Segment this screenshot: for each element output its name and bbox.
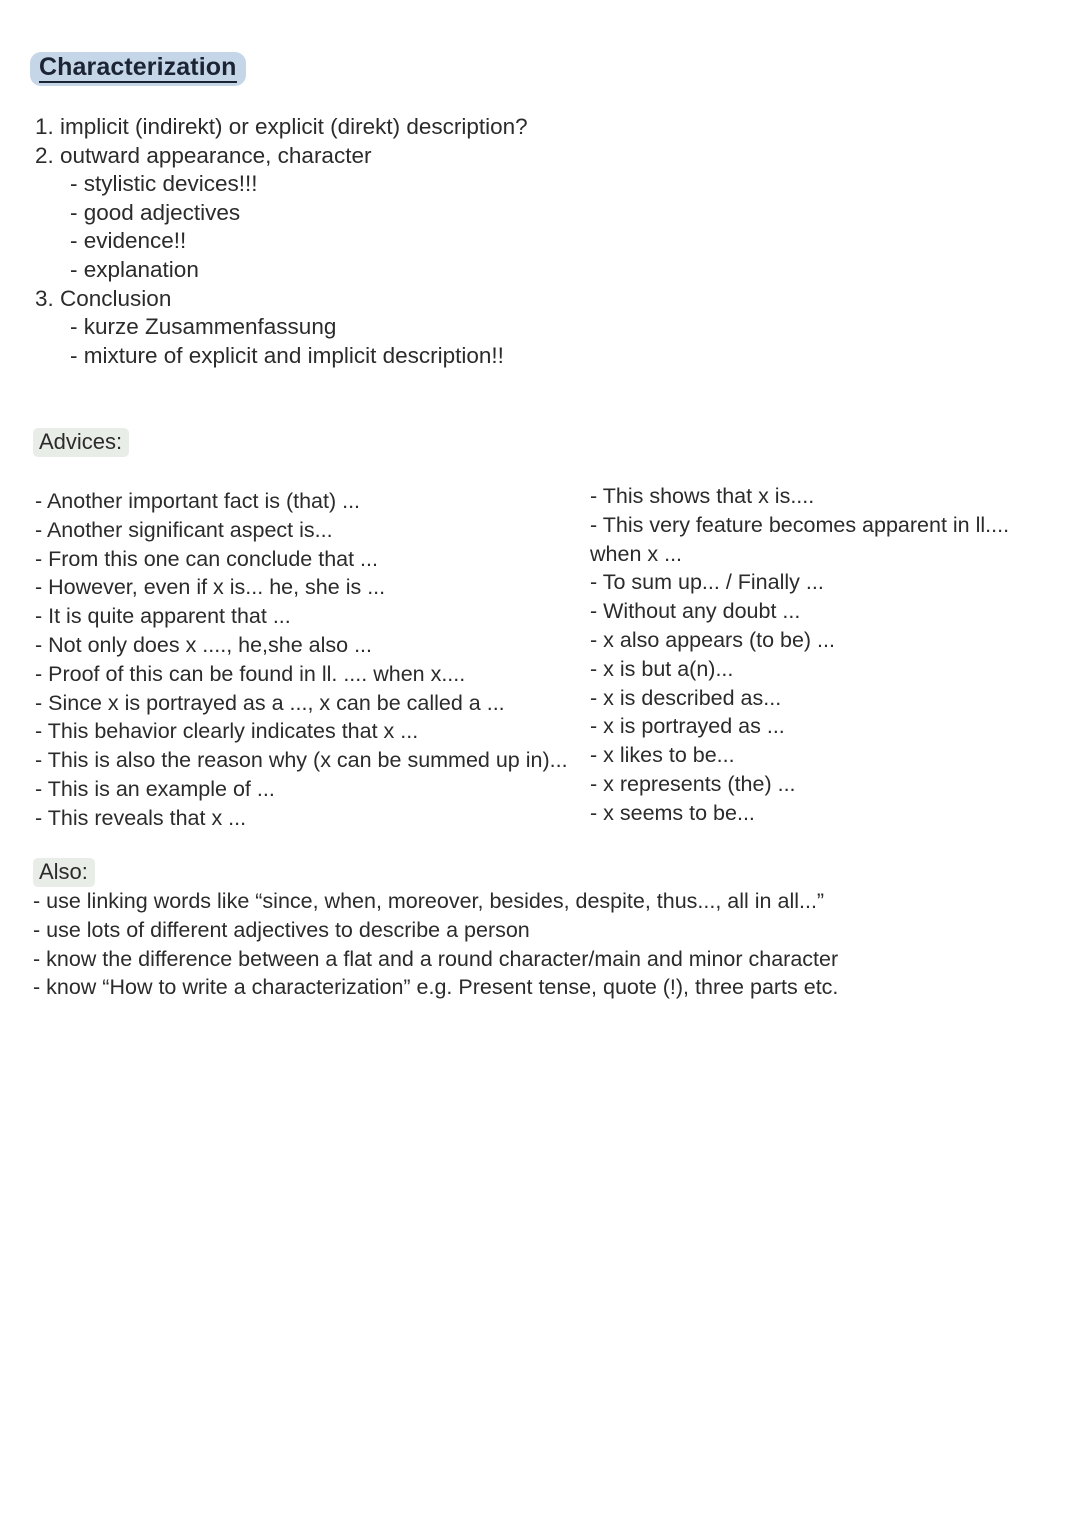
also-item: - use lots of different adjectives to de…: [33, 917, 530, 942]
advice-item: - x is described as...: [590, 685, 782, 710]
advice-item: - Proof of this can be found in ll. ....…: [35, 661, 466, 686]
advice-item: - This very feature becomes apparent in …: [590, 512, 1010, 537]
advice-item: - Since x is portrayed as a ..., x can b…: [35, 690, 505, 715]
advice-item-continuation: when x ...: [590, 541, 683, 566]
title-highlight: Characterization: [30, 52, 246, 87]
advice-item: - Without any doubt ...: [590, 599, 801, 624]
outline-item: 1. implicit (indirekt) or explicit (dire…: [35, 114, 528, 139]
outline-item: 3. Conclusion: [35, 285, 172, 311]
advice-item: - Another important fact is (that) ...: [35, 489, 361, 513]
advice-item: - This is also the reason why (x can be …: [35, 748, 568, 773]
advice-item: - Not only does x ...., he,she also ...: [35, 632, 372, 657]
also-item: - know the difference between a flat and…: [33, 946, 839, 971]
also-item: - use linking words like “since, when, m…: [33, 889, 825, 913]
page-title: Characterization: [30, 52, 246, 87]
advice-item: - To sum up... / Finally ...: [590, 570, 824, 595]
advice-item: - x seems to be...: [590, 800, 755, 825]
advice-item: - However, even if x is... he, she is ..…: [35, 575, 386, 600]
advice-item: - x also appears (to be) ...: [590, 627, 835, 652]
advice-item: - This reveals that x ...: [35, 805, 247, 830]
advice-item: - This shows that x is....: [590, 484, 815, 508]
advice-item: - x is but a(n)...: [590, 656, 734, 681]
outline-subitem: - evidence!!: [70, 228, 187, 254]
outline-subitem: - mixture of explicit and implicit descr…: [70, 342, 504, 368]
page-title-text: Characterization: [39, 54, 237, 84]
advice-item: - x is portrayed as ...: [590, 714, 785, 739]
characterization-outline: 1. implicit (indirekt) or explicit (dire…: [35, 113, 735, 370]
also-item: - know “How to write a characterization”…: [33, 975, 839, 1000]
note-page: Characterization 1. implicit (indirekt) …: [0, 0, 1080, 1527]
advices-heading: Advices:: [33, 428, 130, 458]
advice-item: - x represents (the) ...: [590, 771, 796, 796]
advices-heading-text: Advices:: [33, 428, 130, 458]
advice-item: - This behavior clearly indicates that x…: [35, 719, 419, 744]
advice-item: - This is an example of ...: [35, 776, 275, 801]
also-heading-text: Also:: [33, 858, 95, 888]
advice-item: - x likes to be...: [590, 743, 735, 768]
outline-item: 2. outward appearance, character: [35, 142, 372, 168]
advices-left-column: - Another important fact is (that) ... -…: [35, 487, 575, 833]
advices-right-column: - This shows that x is.... - This very f…: [590, 482, 1060, 828]
outline-subitem: - kurze Zusammenfassung: [70, 314, 337, 340]
advice-item: - From this one can conclude that ...: [35, 546, 378, 571]
outline-subitem: - good adjectives: [70, 199, 241, 225]
outline-subitem: - explanation: [70, 256, 199, 282]
also-list: - use linking words like “since, when, m…: [33, 887, 963, 1002]
outline-subitem: - stylistic devices!!!: [70, 171, 258, 197]
advice-item: - It is quite apparent that ...: [35, 604, 291, 629]
also-heading: Also:: [33, 858, 95, 888]
advice-item: - Another significant aspect is...: [35, 517, 333, 542]
